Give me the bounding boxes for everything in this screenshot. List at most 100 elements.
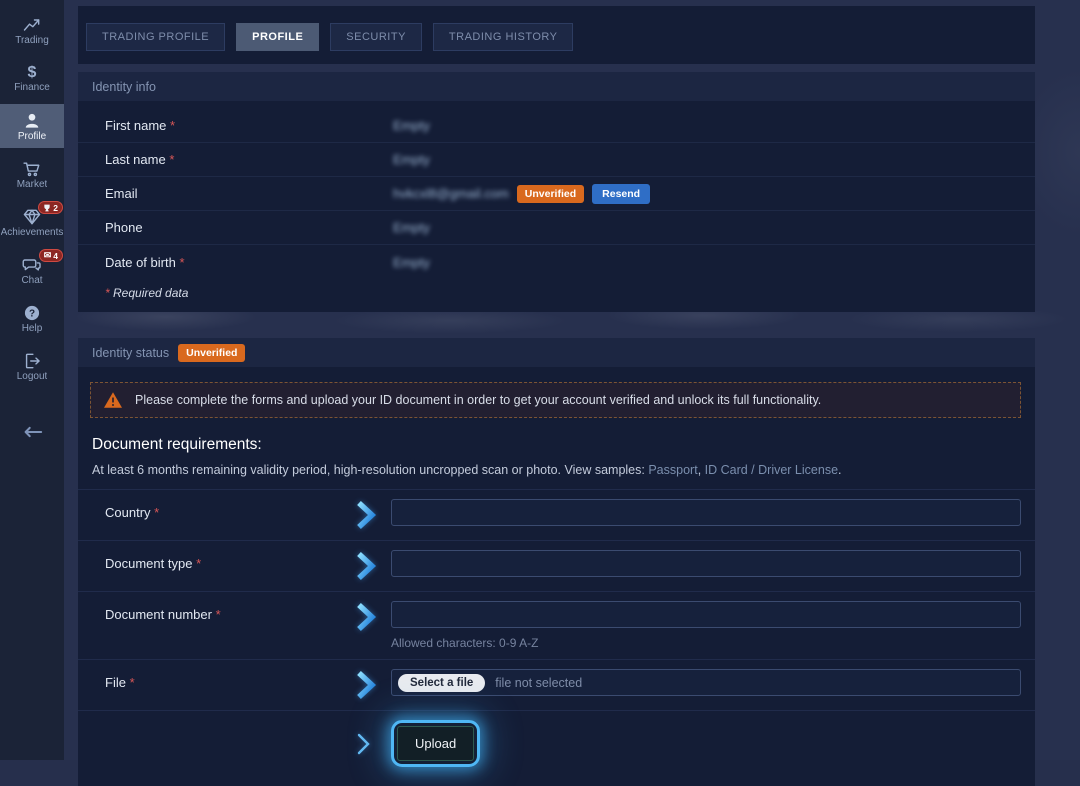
required-marker: * <box>169 152 174 167</box>
question-circle-icon: ? <box>22 303 42 323</box>
identity-status-section: Identity status Unverified Please comple… <box>78 338 1035 786</box>
required-marker: * <box>196 556 201 571</box>
select-file-button[interactable]: Select a file <box>398 674 485 692</box>
field-label: File <box>105 675 126 690</box>
sidebar-item-label: Market <box>17 179 48 190</box>
sidebar-item-label: Trading <box>15 35 49 46</box>
tab-trading-profile[interactable]: TRADING PROFILE <box>86 23 225 51</box>
date-of-birth-value: Empty <box>393 255 430 270</box>
dollar-icon: $ <box>28 64 37 82</box>
sidebar-item-label: Profile <box>18 131 46 142</box>
required-marker: * <box>130 675 135 690</box>
document-type-row: Document type * <box>78 540 1035 591</box>
country-input[interactable] <box>391 499 1021 526</box>
upload-button[interactable]: Upload <box>397 726 474 761</box>
phone-value: Empty <box>393 220 430 235</box>
sidebar-item-market[interactable]: Market <box>0 152 64 196</box>
file-status-text: file not selected <box>495 676 582 690</box>
cart-icon <box>22 159 42 179</box>
identity-info-section: Identity info First name * Empty Last na… <box>78 72 1035 312</box>
chevron-right-icon <box>353 730 391 758</box>
file-row: File * Select a file file not selected <box>78 659 1035 710</box>
sidebar-item-chat[interactable]: Chat ✉ 4 <box>0 248 64 292</box>
last-name-row: Last name * Empty <box>78 143 1035 177</box>
sidebar-item-achievements[interactable]: Achievements 2 <box>0 200 64 244</box>
requirements-text: At least 6 months remaining validity per… <box>92 463 1021 477</box>
sidebar-item-label: Chat <box>21 275 42 286</box>
field-label: Document type <box>105 556 192 571</box>
identity-status-badge: Unverified <box>178 344 245 362</box>
document-form: Country * Document type * <box>78 489 1035 776</box>
email-row: Email hvkcxl8@gmail.com Unverified Resen… <box>78 177 1035 211</box>
file-input[interactable]: Select a file file not selected <box>391 669 1021 696</box>
sidebar-item-trading[interactable]: Trading <box>0 8 64 52</box>
tab-bar: TRADING PROFILE PROFILE SECURITY TRADING… <box>78 6 1035 64</box>
first-name-value: Empty <box>393 118 430 133</box>
logout-icon <box>22 351 42 371</box>
document-requirements: Document requirements: At least 6 months… <box>78 418 1035 483</box>
field-label: Date of birth <box>105 255 176 270</box>
sidebar-item-label: Achievements <box>1 227 64 238</box>
phone-row: Phone Empty <box>78 211 1035 245</box>
chevron-right-icon <box>353 601 391 650</box>
warning-triangle-icon <box>103 391 123 409</box>
field-label: Country <box>105 505 151 520</box>
identity-status-header: Identity status Unverified <box>78 338 1035 367</box>
sidebar-collapse-button[interactable] <box>0 424 64 440</box>
required-marker: * <box>170 118 175 133</box>
chart-line-icon <box>22 15 42 35</box>
sidebar-item-label: Help <box>22 323 43 334</box>
chevron-right-icon <box>353 669 391 701</box>
section-title: Identity status <box>92 346 169 360</box>
resend-button[interactable]: Resend <box>592 184 650 204</box>
chat-badge: ✉ 4 <box>39 249 63 262</box>
document-number-input[interactable] <box>391 601 1021 628</box>
first-name-row: First name * Empty <box>78 109 1035 143</box>
envelope-icon: ✉ <box>44 251 52 260</box>
field-label: Document number <box>105 607 212 622</box>
chevron-right-icon <box>353 550 391 582</box>
svg-text:?: ? <box>29 308 35 319</box>
sidebar: Trading $ Finance Profile Market Achieve… <box>0 0 64 760</box>
chevron-right-icon <box>353 499 391 531</box>
upload-row: Upload <box>78 710 1035 776</box>
sidebar-item-label: Finance <box>14 82 50 93</box>
id-card-sample-link[interactable]: ID Card / Driver License <box>705 463 838 477</box>
warning-text: Please complete the forms and upload you… <box>135 393 821 407</box>
last-name-value: Empty <box>393 152 430 167</box>
required-marker: * <box>179 255 184 270</box>
identity-info-header: Identity info <box>78 72 1035 101</box>
trophy-icon <box>43 204 51 212</box>
app-root: Trading $ Finance Profile Market Achieve… <box>0 0 1080 760</box>
sidebar-item-finance[interactable]: $ Finance <box>0 56 64 100</box>
tab-trading-history[interactable]: TRADING HISTORY <box>433 23 574 51</box>
sidebar-item-logout[interactable]: Logout <box>0 344 64 388</box>
sidebar-item-help[interactable]: ? Help <box>0 296 64 340</box>
date-of-birth-row: Date of birth * Empty <box>78 245 1035 279</box>
field-label: Email <box>105 186 138 201</box>
passport-sample-link[interactable]: Passport <box>648 463 697 477</box>
email-value: hvkcxl8@gmail.com <box>393 186 509 201</box>
required-data-note: * Required data <box>78 279 1035 312</box>
country-row: Country * <box>78 489 1035 540</box>
required-marker: * <box>216 607 221 622</box>
tab-security[interactable]: SECURITY <box>330 23 422 51</box>
email-unverified-badge: Unverified <box>517 185 584 203</box>
field-label: Phone <box>105 220 143 235</box>
section-title: Identity info <box>92 80 156 94</box>
document-number-hint: Allowed characters: 0-9 A-Z <box>391 636 1021 650</box>
sidebar-item-label: Logout <box>17 371 48 382</box>
document-number-row: Document number * Allowed characters: 0-… <box>78 591 1035 659</box>
required-marker: * <box>154 505 159 520</box>
field-label: First name <box>105 118 166 133</box>
sidebar-item-profile[interactable]: Profile <box>0 104 64 148</box>
main-content: TRADING PROFILE PROFILE SECURITY TRADING… <box>64 0 1080 760</box>
tab-profile[interactable]: PROFILE <box>236 23 319 51</box>
user-icon <box>22 111 42 131</box>
left-arrow-icon <box>21 424 43 440</box>
field-label: Last name <box>105 152 166 167</box>
verification-warning: Please complete the forms and upload you… <box>90 382 1021 418</box>
requirements-title: Document requirements: <box>92 436 1021 454</box>
required-marker: * <box>105 286 110 300</box>
document-type-input[interactable] <box>391 550 1021 577</box>
